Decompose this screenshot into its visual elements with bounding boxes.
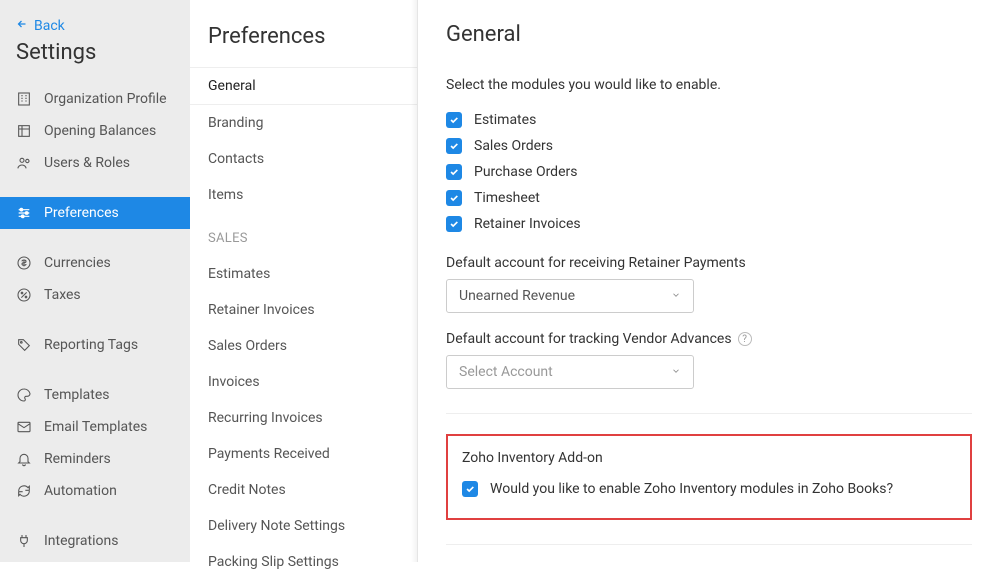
module-row-purchase-orders: Purchase Orders	[446, 159, 972, 185]
checkbox-sales-orders[interactable]	[446, 138, 462, 154]
chevron-down-icon	[671, 364, 681, 380]
addon-title: Zoho Inventory Add-on	[462, 450, 956, 466]
ledger-icon	[16, 123, 32, 139]
sidebar-item-templates[interactable]: Templates	[0, 379, 190, 411]
settings-title: Settings	[0, 40, 190, 83]
pref-item-delivery-note[interactable]: Delivery Note Settings	[190, 508, 417, 544]
sidebar-item-email-templates[interactable]: Email Templates	[0, 411, 190, 443]
tag-icon	[16, 337, 32, 353]
vendor-advance-label: Default account for tracking Vendor Adva…	[446, 331, 972, 347]
general-settings-main: General Select the modules you would lik…	[418, 0, 1000, 562]
retainer-account-select[interactable]: Unearned Revenue	[446, 279, 694, 313]
bell-icon	[16, 451, 32, 467]
retainer-account-label: Default account for receiving Retainer P…	[446, 255, 972, 271]
sidebar-item-label: Opening Balances	[44, 123, 156, 139]
pref-item-credit-notes[interactable]: Credit Notes	[190, 472, 417, 508]
pref-item-payments-received[interactable]: Payments Received	[190, 436, 417, 472]
sidebar-item-org-profile[interactable]: Organization Profile	[0, 83, 190, 115]
module-label: Estimates	[474, 112, 536, 128]
select-placeholder: Select Account	[459, 364, 553, 380]
sidebar-item-opening-balances[interactable]: Opening Balances	[0, 115, 190, 147]
module-label: Sales Orders	[474, 138, 553, 154]
checkbox-purchase-orders[interactable]	[446, 164, 462, 180]
preferences-title: Preferences	[190, 0, 417, 67]
sidebar-item-label: Organization Profile	[44, 91, 167, 107]
sidebar-item-integrations[interactable]: Integrations	[0, 525, 190, 557]
refresh-icon	[16, 483, 32, 499]
pref-item-items[interactable]: Items	[190, 177, 417, 213]
pref-section-sales: SALES	[190, 213, 417, 256]
inventory-addon-section: Zoho Inventory Add-on Would you like to …	[446, 434, 972, 520]
settings-sidebar: Back Settings Organization Profile Openi…	[0, 0, 190, 562]
divider	[446, 413, 972, 414]
sidebar-item-label: Taxes	[44, 287, 81, 303]
chevron-down-icon	[671, 288, 681, 304]
checkbox-retainer-invoices[interactable]	[446, 216, 462, 232]
sidebar-item-label: Users & Roles	[44, 155, 130, 171]
arrow-left-icon	[16, 18, 28, 34]
sidebar-item-taxes[interactable]: Taxes	[0, 279, 190, 311]
module-row-estimates: Estimates	[446, 107, 972, 133]
pref-item-general[interactable]: General	[190, 67, 417, 105]
back-label: Back	[34, 18, 65, 34]
building-icon	[16, 91, 32, 107]
sidebar-item-label: Templates	[44, 387, 110, 403]
module-label: Retainer Invoices	[474, 216, 581, 232]
module-row-sales-orders: Sales Orders	[446, 133, 972, 159]
module-label: Purchase Orders	[474, 164, 577, 180]
sidebar-item-automation[interactable]: Automation	[0, 475, 190, 507]
pref-item-contacts[interactable]: Contacts	[190, 141, 417, 177]
select-value: Unearned Revenue	[459, 288, 575, 304]
plug-icon	[16, 533, 32, 549]
sidebar-item-reminders[interactable]: Reminders	[0, 443, 190, 475]
pref-item-recurring-invoices[interactable]: Recurring Invoices	[190, 400, 417, 436]
sidebar-item-preferences[interactable]: Preferences	[0, 197, 190, 229]
pref-item-retainer-invoices[interactable]: Retainer Invoices	[190, 292, 417, 328]
sidebar-item-label: Automation	[44, 483, 117, 499]
sidebar-item-label: Reporting Tags	[44, 337, 138, 353]
users-icon	[16, 155, 32, 171]
pref-item-estimates[interactable]: Estimates	[190, 256, 417, 292]
palette-icon	[16, 387, 32, 403]
checkbox-timesheet[interactable]	[446, 190, 462, 206]
sidebar-item-label: Email Templates	[44, 419, 147, 435]
pref-item-invoices[interactable]: Invoices	[190, 364, 417, 400]
pref-item-branding[interactable]: Branding	[190, 105, 417, 141]
sidebar-item-label: Reminders	[44, 451, 111, 467]
preferences-panel: Preferences General Branding Contacts It…	[190, 0, 418, 562]
sidebar-item-currencies[interactable]: Currencies	[0, 247, 190, 279]
sidebar-item-users-roles[interactable]: Users & Roles	[0, 147, 190, 179]
mail-icon	[16, 419, 32, 435]
pref-item-packing-slip[interactable]: Packing Slip Settings	[190, 544, 417, 580]
module-row-retainer-invoices: Retainer Invoices	[446, 211, 972, 237]
addon-row: Would you like to enable Zoho Inventory …	[462, 476, 956, 502]
help-icon[interactable]: ?	[738, 332, 752, 346]
checkbox-inventory-addon[interactable]	[462, 481, 478, 497]
vendor-advance-select[interactable]: Select Account	[446, 355, 694, 389]
percent-icon	[16, 287, 32, 303]
dollar-icon	[16, 255, 32, 271]
pref-item-sales-orders[interactable]: Sales Orders	[190, 328, 417, 364]
divider	[446, 544, 972, 545]
checkbox-estimates[interactable]	[446, 112, 462, 128]
sliders-icon	[16, 205, 32, 221]
back-link[interactable]: Back	[0, 18, 190, 40]
addon-question: Would you like to enable Zoho Inventory …	[490, 481, 893, 497]
module-label: Timesheet	[474, 190, 540, 206]
sidebar-item-reporting-tags[interactable]: Reporting Tags	[0, 329, 190, 361]
sidebar-item-label: Integrations	[44, 533, 118, 549]
module-row-timesheet: Timesheet	[446, 185, 972, 211]
sidebar-item-label: Currencies	[44, 255, 111, 271]
modules-instruction: Select the modules you would like to ena…	[446, 77, 972, 93]
sidebar-item-label: Preferences	[44, 205, 119, 221]
page-title: General	[446, 22, 972, 47]
